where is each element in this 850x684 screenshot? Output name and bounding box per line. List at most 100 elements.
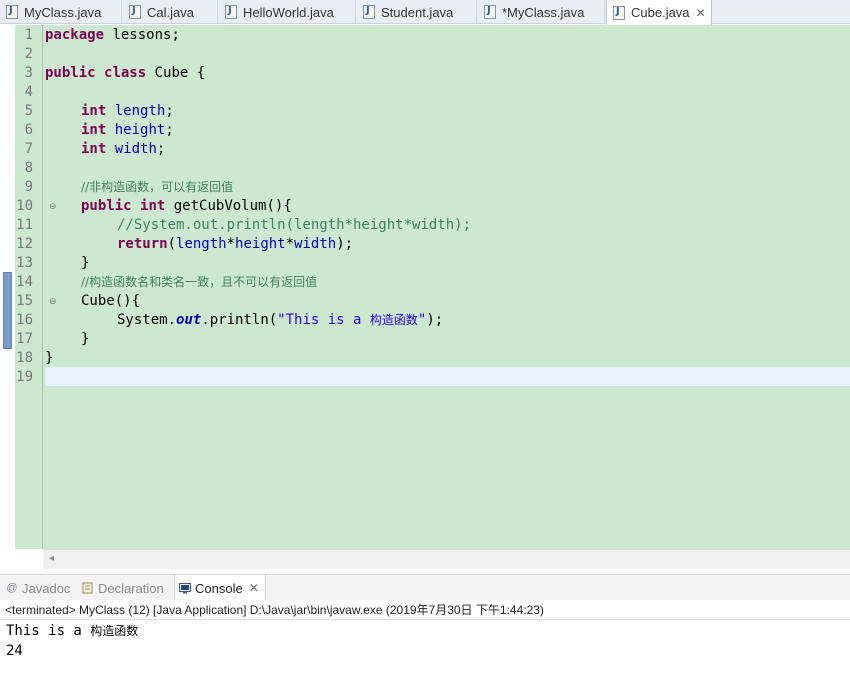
line-number: 7	[24, 141, 33, 157]
line-number: 4	[24, 84, 33, 100]
code-text: getCubVolum(){	[165, 198, 292, 214]
tab-label: *MyClass.java	[502, 4, 585, 20]
line-number: 11	[16, 217, 33, 233]
line-number: 19	[16, 369, 33, 385]
keyword: public	[45, 65, 96, 81]
console-text: This is a	[6, 623, 91, 639]
code-text: *	[226, 236, 236, 252]
code-line: Cube(){	[81, 293, 141, 309]
line-number: 5	[24, 103, 33, 119]
field: width	[294, 236, 337, 252]
code-line: return(length*height*width);	[117, 235, 353, 254]
tab-label: Student.java	[381, 4, 454, 20]
code-line: public int getCubVolum(){	[81, 197, 292, 216]
code-line: }	[45, 350, 54, 366]
panel-tab-bar: @ Javadoc Declaration Console ✕	[0, 574, 850, 601]
tab-cal-java[interactable]: Cal.java	[123, 0, 218, 24]
code-text: .println(	[201, 312, 278, 328]
java-file-icon	[225, 5, 237, 19]
scroll-left-icon[interactable]: ◂	[49, 553, 54, 564]
field: height	[235, 236, 286, 252]
editor-tab-bar: MyClass.java Cal.java HelloWorld.java St…	[0, 0, 850, 25]
code-text: System.	[117, 312, 177, 328]
line-number: 6	[24, 122, 33, 138]
close-icon[interactable]: ✕	[249, 581, 259, 595]
line-number: 16	[16, 312, 33, 328]
comment-text: //构造函数名和类名一致，且不可以有返回值	[81, 275, 318, 289]
keyword: int	[140, 198, 166, 214]
java-file-icon	[129, 5, 141, 19]
code-text: ;	[165, 103, 174, 119]
change-marker	[3, 272, 12, 349]
code-line: }	[81, 331, 90, 347]
comment-text: //非构造函数，可以有返回值	[81, 180, 234, 194]
line-number: 2	[24, 46, 33, 62]
keyword: int	[81, 141, 107, 157]
tab-label: Cal.java	[147, 4, 194, 20]
code-text: ;	[165, 122, 174, 138]
annotation-ruler	[0, 25, 15, 549]
static-field: out	[176, 312, 202, 328]
console-status-line: <terminated> MyClass (12) [Java Applicat…	[0, 600, 850, 620]
java-file-icon	[6, 5, 18, 19]
line-number: 18	[16, 350, 33, 366]
close-icon[interactable]: ✕	[696, 6, 706, 20]
code-text: );	[336, 236, 354, 252]
console-text: 构造函数	[90, 624, 139, 638]
console-output[interactable]: This is a 构造函数 24	[0, 621, 850, 684]
tab-label: Declaration	[98, 580, 164, 596]
code-editor[interactable]: 1 2 3 4 5 6 7 8 9 10 11 12 13 14 15 16 1…	[0, 25, 850, 549]
java-file-icon	[363, 5, 375, 19]
string-literal: 构造函数	[369, 313, 418, 327]
line-number: 8	[24, 160, 33, 176]
line-number: 14	[16, 274, 33, 290]
keyword: package	[45, 27, 105, 43]
code-comment: //System.out.println(length*height*width…	[117, 217, 472, 233]
code-text: (	[167, 236, 177, 252]
string-literal: "This is a	[277, 312, 370, 328]
keyword: int	[81, 122, 107, 138]
code-text: *	[285, 236, 295, 252]
tab-myclass-java-modified[interactable]: *MyClass.java	[478, 0, 605, 24]
field: width	[114, 141, 157, 157]
field: length	[176, 236, 227, 252]
tab-declaration[interactable]: Declaration	[82, 575, 164, 601]
keyword: return	[117, 236, 168, 252]
keyword: int	[81, 103, 107, 119]
line-number: 12	[16, 236, 33, 252]
tab-label: MyClass.java	[24, 4, 102, 20]
keyword: public	[81, 198, 132, 214]
console-line: This is a 构造函数	[6, 621, 138, 641]
tab-console[interactable]: Console ✕	[174, 575, 266, 601]
code-text: Cube {	[146, 65, 206, 81]
tab-javadoc[interactable]: @ Javadoc	[6, 575, 70, 601]
line-number: 9	[24, 179, 33, 195]
tab-cube-java[interactable]: Cube.java ✕	[606, 0, 712, 25]
tab-helloworld-java[interactable]: HelloWorld.java	[219, 0, 356, 24]
declaration-icon	[82, 582, 94, 594]
code-text: lessons;	[104, 27, 180, 43]
console-icon	[179, 582, 191, 594]
code-text: );	[426, 312, 444, 328]
horizontal-scrollbar[interactable]: ◂	[43, 549, 850, 569]
keyword: class	[104, 65, 147, 81]
java-file-icon	[613, 5, 625, 20]
field: length	[114, 103, 166, 119]
line-number-ruler: 1 2 3 4 5 6 7 8 9 10 11 12 13 14 15 16 1…	[15, 25, 57, 549]
code-comment: //非构造函数，可以有返回值	[81, 178, 233, 197]
code-line: int width;	[81, 140, 165, 159]
tab-myclass-java[interactable]: MyClass.java	[0, 0, 122, 24]
tab-student-java[interactable]: Student.java	[357, 0, 477, 24]
line-number: 13	[16, 255, 33, 271]
code-line: }	[81, 255, 90, 271]
line-number: 1	[24, 27, 33, 43]
console-line: 24	[6, 643, 23, 659]
line-number: 17	[16, 331, 33, 347]
at-icon: @	[6, 582, 18, 594]
code-line: int height;	[81, 121, 174, 140]
code-text: ;	[156, 141, 166, 157]
code-line: package lessons;	[45, 26, 180, 45]
code-text-area[interactable]: package lessons; public class Cube { int…	[43, 25, 850, 549]
code-line: public class Cube {	[45, 64, 205, 83]
field: height	[114, 122, 166, 138]
